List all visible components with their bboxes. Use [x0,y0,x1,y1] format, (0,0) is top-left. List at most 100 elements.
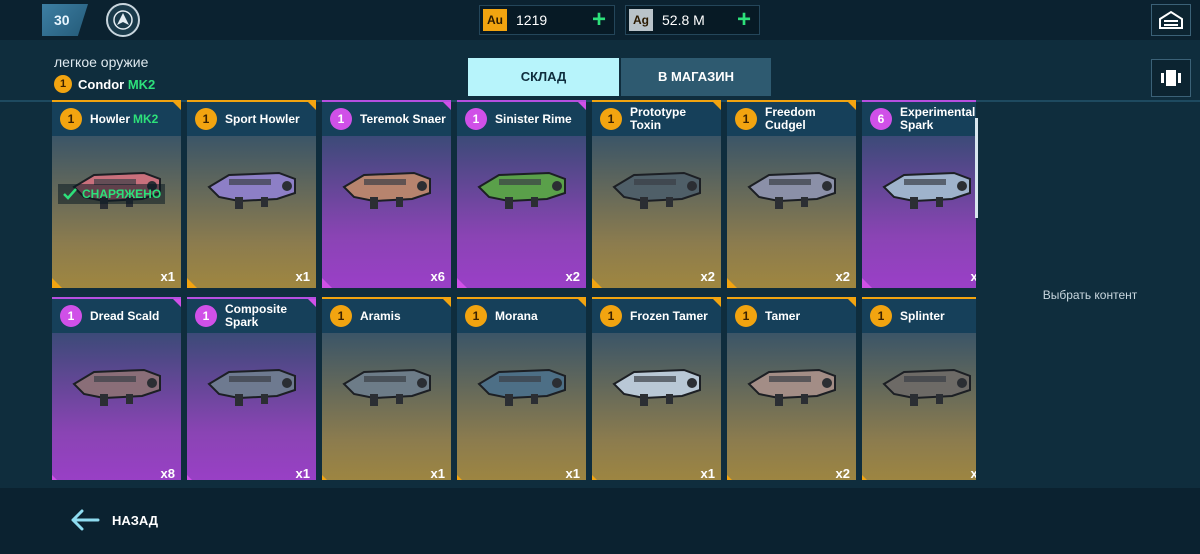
item-level-badge: 1 [870,305,892,327]
rarity-corner-marker [52,475,62,480]
tab-shop[interactable]: В МАГАЗИН [621,58,771,96]
current-weapon-name: Condor MK2 [78,77,155,92]
rarity-corner-marker [848,102,856,110]
weapon-category-label: легкое оружие [54,54,149,70]
item-mark: MK2 [133,111,159,126]
rarity-corner-marker [308,299,316,307]
equipped-label: СНАРЯЖЕНО [82,187,162,201]
current-weapon-name-text: Condor [78,76,125,92]
item-card[interactable]: 1 Tamer x2 [727,297,856,480]
item-level-badge: 1 [195,108,217,130]
item-name-text: Composite Spark [225,302,288,329]
hangar-home-button[interactable] [1151,4,1191,36]
item-level-badge: 1 [465,108,487,130]
item-level-badge: 6 [870,108,892,130]
rarity-corner-marker [187,278,197,288]
item-level-badge: 1 [195,305,217,327]
item-card[interactable]: 1 Howler MK2 СНАРЯЖЕНО x1 [52,100,181,288]
item-name-text: Howler [90,111,131,126]
item-name-text: Experimental Spark [900,105,976,132]
item-card[interactable]: 1 Aramis x1 [322,297,451,480]
module-icon [1161,70,1181,86]
item-level-badge: 1 [735,108,757,130]
item-name: Aramis [360,299,450,333]
item-quantity: x2 [835,466,850,480]
add-gold-button[interactable]: + [592,6,606,33]
item-quantity: x8 [160,466,175,480]
silver-currency: Ag 52.8 M + [625,5,760,35]
gold-tag: Au [483,9,507,31]
weapon-image-icon [747,368,836,406]
item-name: Splinter [900,299,976,333]
item-card[interactable]: 1 Freedom Cudgel x2 [727,100,856,288]
rarity-corner-marker [187,475,197,480]
rarity-corner-marker [52,278,62,288]
item-name-text: Tamer [765,308,801,323]
silver-amount: 52.8 M [662,12,705,28]
weapon-image-icon [612,171,701,209]
item-quantity: x1 [700,466,715,480]
item-name-text: Prototype Toxin [630,105,687,132]
back-button[interactable]: НАЗАД [70,506,158,534]
item-name-text: Dread Scald [90,308,160,323]
rarity-corner-marker [713,299,721,307]
item-card[interactable]: 1 Dread Scald x8 [52,297,181,480]
rarity-corner-marker [592,475,602,480]
add-silver-button[interactable]: + [737,6,751,33]
item-grid: 1 Howler MK2 СНАРЯЖЕНО x1 1 Sport Howler x1 1 Ter… [50,96,976,480]
rarity-corner-marker [578,299,586,307]
item-level-badge: 1 [465,305,487,327]
weapon-image-icon [207,171,296,209]
rarity-corner-marker [322,278,332,288]
weapon-image-icon [477,368,566,406]
item-card[interactable]: 6 Experimental Spark x1 [862,100,976,288]
weapon-image-icon [882,368,971,406]
rarity-corner-marker [848,299,856,307]
item-card[interactable]: 1 Frozen Tamer x1 [592,297,721,480]
item-name: Sport Howler [225,102,315,136]
weapon-image-icon [342,368,431,406]
item-name-text: Freedom Cudgel [765,105,816,132]
rarity-corner-marker [322,475,332,480]
item-level-badge: 1 [600,305,622,327]
equipped-badge: СНАРЯЖЕНО [58,184,166,204]
hangar-icon [1159,10,1183,29]
item-name: Prototype Toxin [630,102,720,136]
weapon-image-icon [72,368,161,406]
item-name-text: Morana [495,308,538,323]
item-card[interactable]: 1 Sinister Rime x2 [457,100,586,288]
rarity-corner-marker [592,278,602,288]
gold-currency: Au 1219 + [479,5,615,35]
rarity-corner-marker [578,102,586,110]
item-card[interactable]: 1 Sport Howler x1 [187,100,316,288]
item-card[interactable]: 1 Prototype Toxin x2 [592,100,721,288]
tab-storage[interactable]: СКЛАД [468,58,619,96]
item-card[interactable]: 1 Teremok Snaer x6 [322,100,451,288]
item-name: Sinister Rime [495,102,585,136]
item-quantity: x1 [160,269,175,284]
back-label: НАЗАД [112,512,159,528]
item-quantity: x1 [295,466,310,480]
item-name: Teremok Snaer [360,102,450,136]
item-quantity: x1 [295,269,310,284]
rarity-corner-marker [727,278,737,288]
rank-emblem-icon[interactable] [106,3,140,37]
current-weapon-mark: MK2 [127,76,156,92]
rarity-corner-marker [862,475,872,480]
rarity-corner-marker [443,299,451,307]
rarity-corner-marker [443,102,451,110]
robot-view-button[interactable] [1151,59,1191,97]
rarity-corner-marker [713,102,721,110]
item-name-text: Sinister Rime [495,111,572,126]
item-level-badge: 1 [600,108,622,130]
rarity-corner-marker [457,278,467,288]
grid-scrollbar[interactable] [975,118,978,218]
item-card[interactable]: 1 Composite Spark x1 [187,297,316,480]
item-card[interactable]: 1 Splinter x1 [862,297,976,480]
rarity-corner-marker [308,102,316,110]
weapon-image-icon [477,171,566,209]
weapon-image-icon [612,368,701,406]
item-name-text: Aramis [360,308,401,323]
item-name: Composite Spark [225,299,315,333]
item-card[interactable]: 1 Morana x1 [457,297,586,480]
